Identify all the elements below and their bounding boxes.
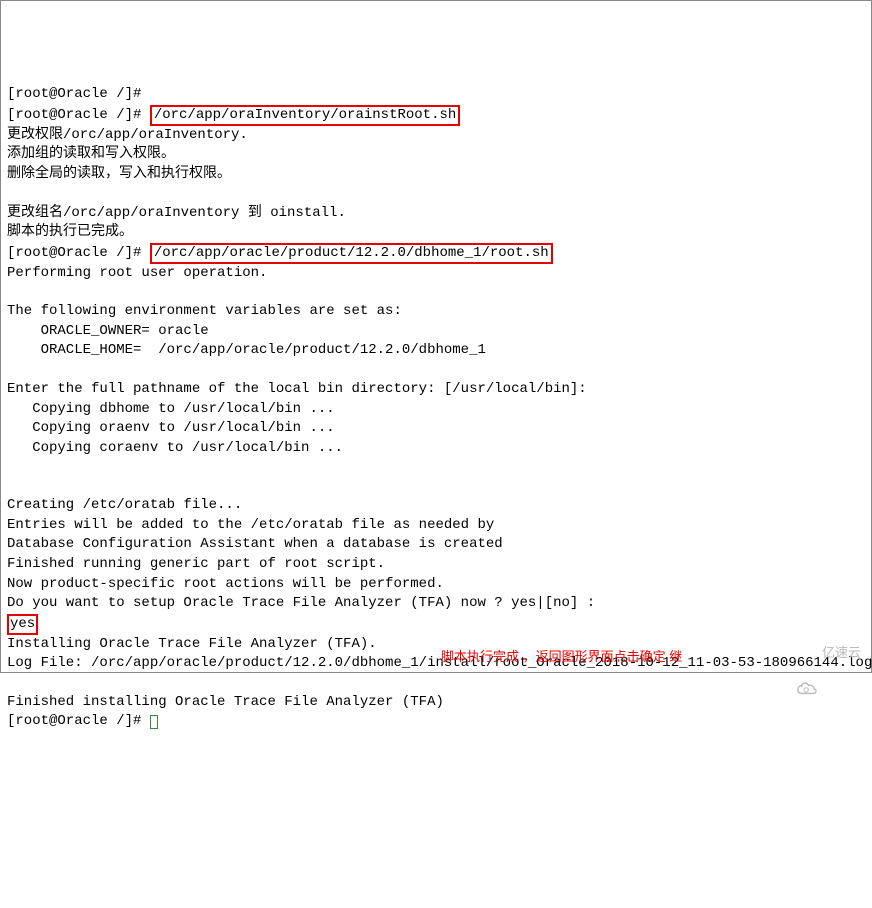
cloud-icon bbox=[796, 645, 818, 661]
watermark-text: 亿速云 bbox=[822, 644, 861, 662]
shell-prompt: [root@Oracle /]# bbox=[7, 245, 150, 261]
annotation-text: 脚本执行完成 ，返回图形界面点击确定 继 bbox=[441, 648, 682, 666]
terminal-line: Installing Oracle Trace File Analyzer (T… bbox=[7, 635, 865, 655]
terminal-line: Copying oraenv to /usr/local/bin ... bbox=[7, 419, 865, 439]
terminal-line: Performing root user operation. bbox=[7, 264, 865, 284]
terminal-line: 脚本的执行已完成。 bbox=[7, 223, 865, 243]
terminal-line: Finished running generic part of root sc… bbox=[7, 555, 865, 575]
terminal-line: Log File: /orc/app/oracle/product/12.2.0… bbox=[7, 654, 865, 674]
terminal-line: yes bbox=[7, 614, 865, 635]
terminal-line: Entries will be added to the /etc/oratab… bbox=[7, 516, 865, 536]
terminal-line: [root@Oracle /]# bbox=[7, 85, 865, 105]
highlighted-input: yes bbox=[7, 614, 38, 635]
terminal-line: ORACLE_HOME= /orc/app/oracle/product/12.… bbox=[7, 341, 865, 361]
terminal-line bbox=[7, 458, 865, 477]
cursor bbox=[150, 715, 158, 729]
terminal-line: [root@Oracle /]# /orc/app/oracle/product… bbox=[7, 243, 865, 264]
terminal-line bbox=[7, 283, 865, 302]
terminal-line: [root@Oracle /]# bbox=[7, 712, 865, 732]
terminal-line: Finished installing Oracle Trace File An… bbox=[7, 693, 865, 713]
terminal-line: The following environment variables are … bbox=[7, 302, 865, 322]
shell-command: /orc/app/oracle/product/12.2.0/dbhome_1/… bbox=[150, 243, 553, 264]
shell-prompt: [root@Oracle /]# bbox=[7, 107, 150, 123]
terminal-line: ORACLE_OWNER= oracle bbox=[7, 322, 865, 342]
terminal-output: [root@Oracle /]# [root@Oracle /]# /orc/a… bbox=[7, 85, 865, 732]
terminal-line bbox=[7, 361, 865, 380]
terminal-line: Creating /etc/oratab file... bbox=[7, 496, 865, 516]
terminal-line: 更改权限/orc/app/oraInventory. bbox=[7, 126, 865, 146]
terminal-line: Copying dbhome to /usr/local/bin ... bbox=[7, 400, 865, 420]
terminal-line: Do you want to setup Oracle Trace File A… bbox=[7, 594, 865, 614]
shell-prompt: [root@Oracle /]# bbox=[7, 86, 150, 102]
terminal-line: Enter the full pathname of the local bin… bbox=[7, 380, 865, 400]
watermark: 亿速云 bbox=[796, 644, 861, 662]
terminal-line: Copying coraenv to /usr/local/bin ... bbox=[7, 439, 865, 459]
shell-command: /orc/app/oraInventory/orainstRoot.sh bbox=[150, 105, 460, 126]
shell-prompt: [root@Oracle /]# bbox=[7, 713, 150, 729]
terminal-line bbox=[7, 185, 865, 204]
terminal-line: 更改组名/orc/app/oraInventory 到 oinstall. bbox=[7, 204, 865, 224]
terminal-line: 删除全局的读取，写入和执行权限。 bbox=[7, 165, 865, 185]
terminal-line: [root@Oracle /]# /orc/app/oraInventory/o… bbox=[7, 105, 865, 126]
terminal-line bbox=[7, 674, 865, 693]
terminal-line: Now product-specific root actions will b… bbox=[7, 575, 865, 595]
terminal-line: 添加组的读取和写入权限。 bbox=[7, 145, 865, 165]
terminal-line bbox=[7, 477, 865, 496]
terminal-line: Database Configuration Assistant when a … bbox=[7, 535, 865, 555]
